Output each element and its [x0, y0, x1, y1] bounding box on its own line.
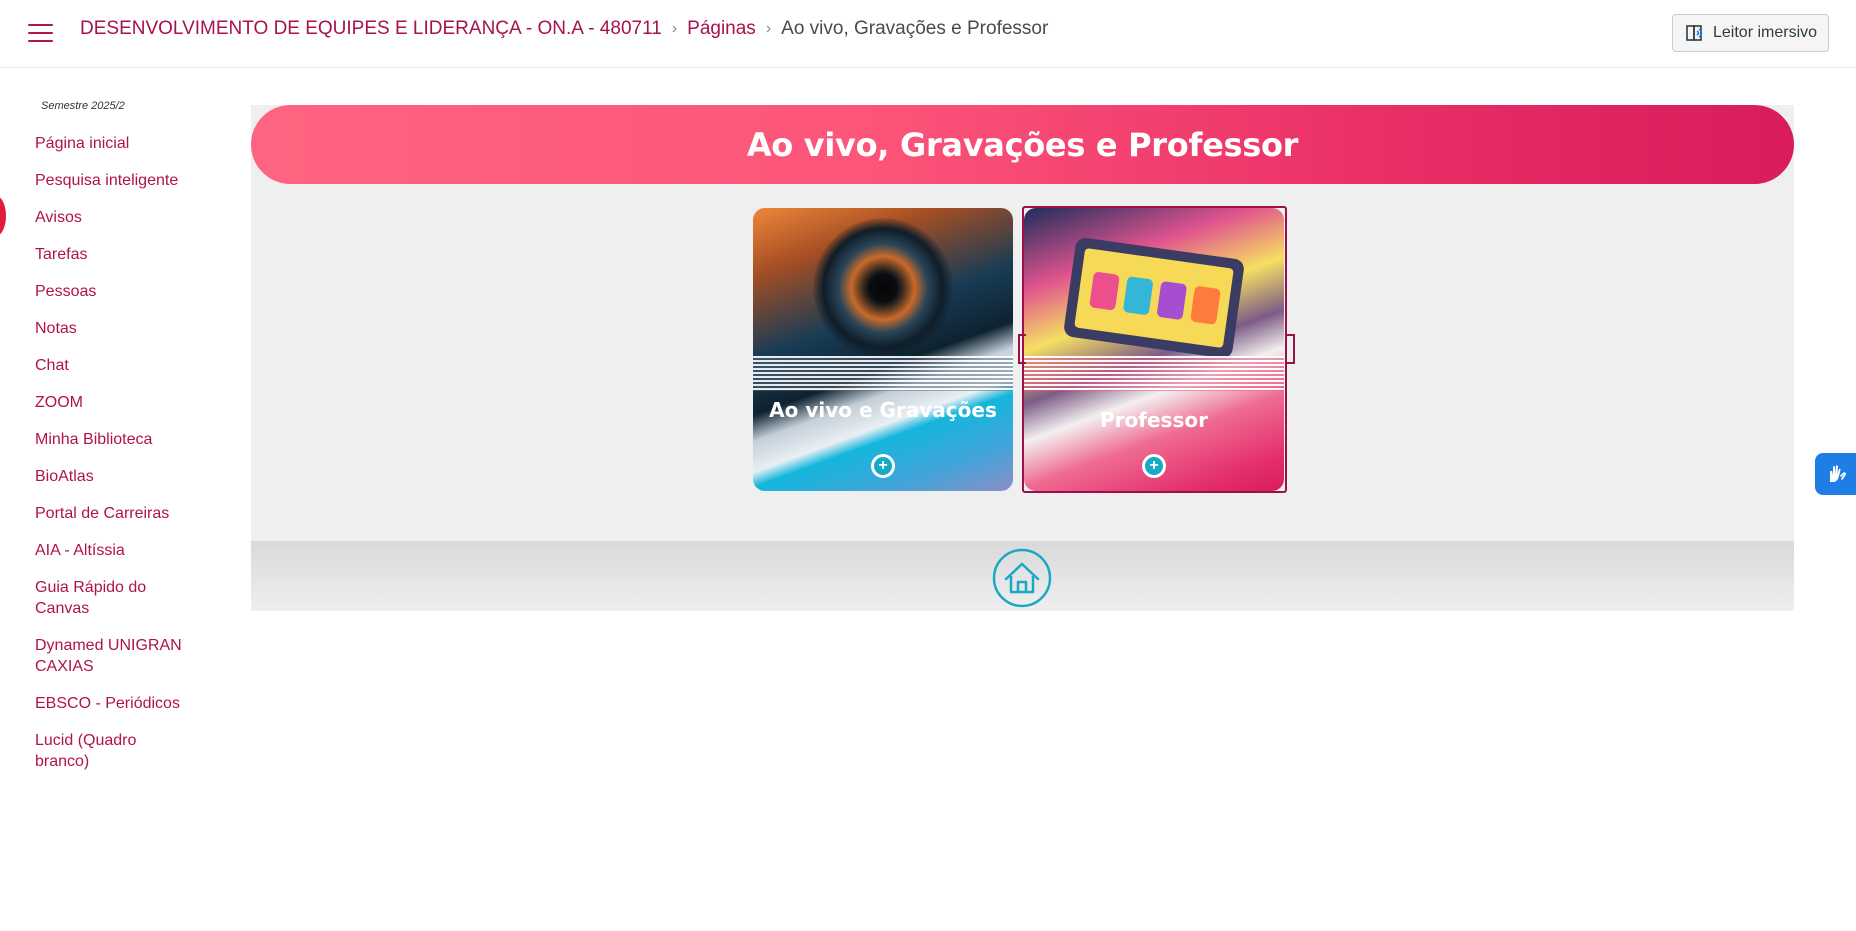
vlibras-accessibility-button[interactable] [1815, 453, 1856, 495]
immersive-reader-icon [1686, 25, 1703, 41]
immersive-reader-label: Leitor imersivo [1713, 24, 1818, 41]
camera-lens-image [813, 218, 953, 358]
page-banner: Ao vivo, Gravações e Professor [251, 105, 1794, 184]
nav-item-minha-biblioteca[interactable]: Minha Biblioteca [35, 429, 195, 450]
semester-label: Semestre 2025/2 [41, 100, 125, 112]
decorative-stripes [753, 356, 1013, 391]
nav-item-pagina-inicial[interactable]: Página inicial [35, 133, 195, 154]
nav-item-lucid[interactable]: Lucid (Quadro branco) [35, 730, 195, 772]
nav-item-zoom[interactable]: ZOOM [35, 392, 195, 413]
immersive-reader-button[interactable]: Leitor imersivo [1672, 14, 1829, 52]
focus-bracket-right [1287, 334, 1295, 364]
nav-item-pesquisa-inteligente[interactable]: Pesquisa inteligente [35, 170, 195, 191]
breadcrumb-pages-link[interactable]: Páginas [687, 18, 756, 40]
tablet-image [1062, 236, 1246, 360]
nav-item-dynamed[interactable]: Dynamed UNIGRAN CAXIAS [35, 635, 195, 677]
page-title: Ao vivo, Gravações e Professor [746, 125, 1299, 164]
breadcrumb-current-page: Ao vivo, Gravações e Professor [781, 18, 1049, 39]
home-icon[interactable] [992, 548, 1052, 608]
breadcrumb: DESENVOLVIMENTO DE EQUIPES E LIDERANÇA -… [80, 18, 1048, 40]
nav-item-bioatlas[interactable]: BioAtlas [35, 466, 195, 487]
sign-language-hands-icon [1829, 465, 1846, 482]
nav-item-chat[interactable]: Chat [35, 355, 195, 376]
course-nav-list: Página inicial Pesquisa inteligente Avis… [35, 133, 195, 788]
top-header: DESENVOLVIMENTO DE EQUIPES E LIDERANÇA -… [0, 0, 1856, 68]
plus-circle-icon[interactable]: + [1142, 454, 1166, 478]
chevron-right-icon: › [765, 20, 772, 37]
card-title: Ao vivo e Gravações [769, 398, 997, 422]
card-title: Professor [1100, 408, 1208, 432]
card-professor[interactable]: Professor + [1024, 208, 1284, 491]
nav-item-tarefas[interactable]: Tarefas [35, 244, 195, 265]
nav-item-portal-de-carreiras[interactable]: Portal de Carreiras [35, 503, 195, 524]
hamburger-menu-icon[interactable] [28, 24, 53, 44]
nav-item-aia-altissia[interactable]: AIA - Altíssia [35, 540, 195, 561]
nav-item-notas[interactable]: Notas [35, 318, 195, 339]
card-ao-vivo-gravacoes[interactable]: Ao vivo e Gravações + [753, 208, 1013, 491]
nav-item-ebsco[interactable]: EBSCO - Periódicos [35, 693, 195, 714]
nav-item-guia-rapido[interactable]: Guia Rápido do Canvas [35, 577, 195, 619]
chevron-right-icon: › [671, 20, 678, 37]
focus-bracket-left [1018, 334, 1026, 364]
nav-item-pessoas[interactable]: Pessoas [35, 281, 195, 302]
breadcrumb-course-link[interactable]: DESENVOLVIMENTO DE EQUIPES E LIDERANÇA -… [80, 18, 662, 40]
plus-circle-icon[interactable]: + [871, 454, 895, 478]
notification-indicator [0, 196, 6, 236]
page-content: Ao vivo, Gravações e Professor Ao vivo e… [251, 105, 1794, 611]
decorative-stripes [1024, 356, 1284, 391]
nav-item-avisos[interactable]: Avisos [35, 207, 195, 228]
